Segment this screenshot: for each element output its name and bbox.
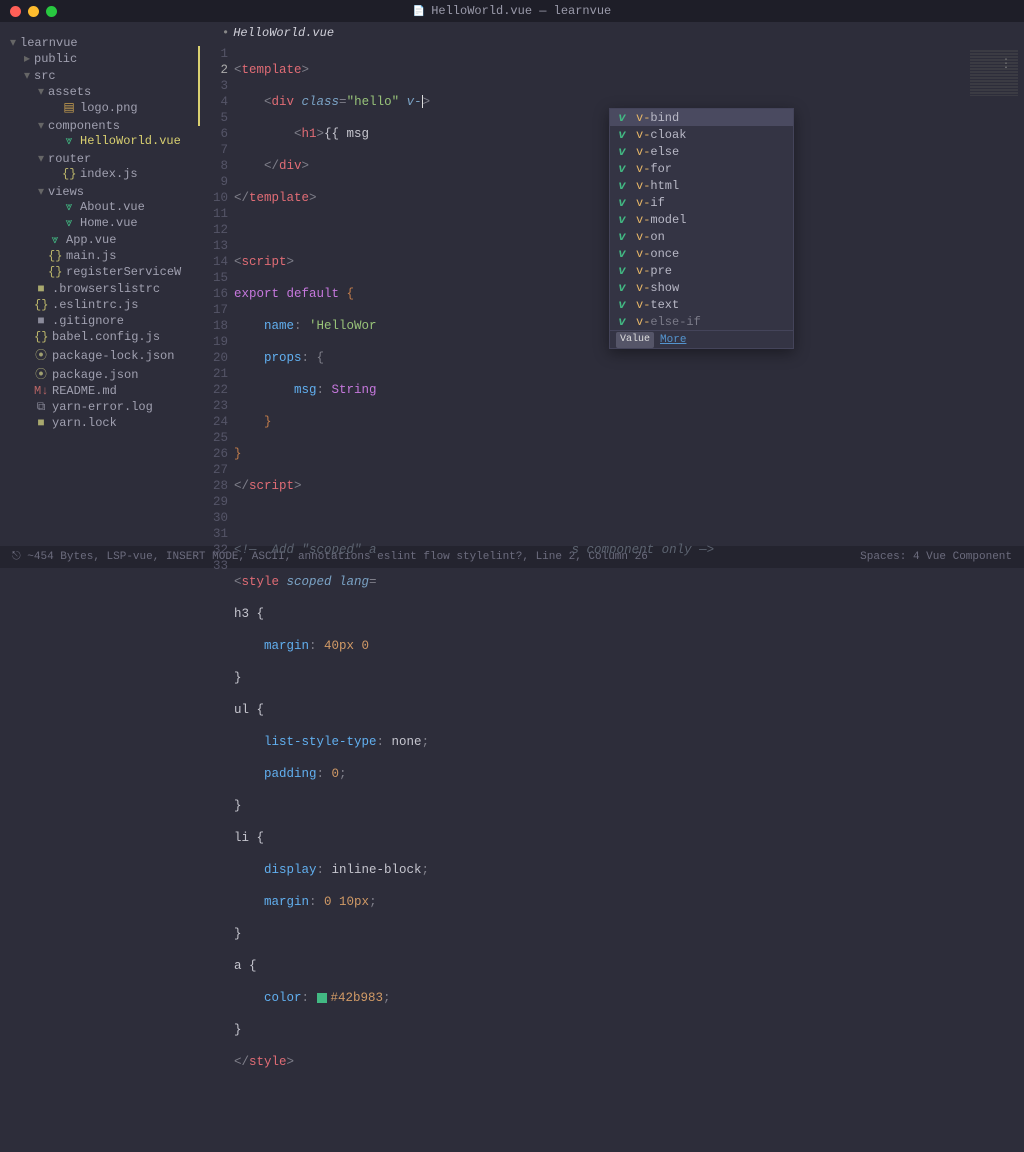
file-pkg[interactable]: package.json (52, 368, 138, 382)
vue-icon: ⩔ (62, 200, 76, 214)
vue-directive-icon: v (616, 178, 628, 194)
folder-public[interactable]: public (34, 52, 77, 66)
minimap[interactable] (954, 44, 1024, 1152)
vue-directive-icon: v (616, 246, 628, 262)
folder-components[interactable]: components (48, 119, 120, 133)
autocomplete-item[interactable]: vv-html (610, 177, 793, 194)
image-icon: ▤ (62, 100, 76, 115)
vue-directive-icon: v (616, 195, 628, 211)
color-swatch-icon (317, 993, 327, 1003)
folder-views[interactable]: views (48, 185, 84, 199)
autocomplete-item[interactable]: vv-show (610, 279, 793, 296)
tab-bar[interactable]: •HelloWorld.vue (204, 22, 1024, 44)
file-icon (413, 4, 425, 18)
vue-directive-icon: v (616, 297, 628, 313)
vue-icon: ⩔ (48, 233, 62, 247)
vue-icon: ⩔ (62, 216, 76, 230)
autocomplete-popup[interactable]: vv-bindvv-cloakvv-elsevv-forvv-htmlvv-if… (609, 108, 794, 349)
vue-directive-icon: v (616, 280, 628, 296)
file-rsw[interactable]: registerServiceW (66, 265, 181, 279)
autocomplete-item[interactable]: vv-pre (610, 262, 793, 279)
config-icon: ■ (34, 282, 48, 296)
log-icon: ⧉ (34, 400, 48, 414)
vue-directive-icon: v (616, 263, 628, 279)
tab-helloworld[interactable]: •HelloWorld.vue (210, 22, 346, 44)
vue-directive-icon: v (616, 110, 628, 126)
js-icon: {} (62, 167, 76, 181)
file-logo[interactable]: logo.png (80, 101, 138, 115)
file-yarnerr[interactable]: yarn-error.log (52, 400, 153, 414)
json-icon: ⦿ (34, 346, 48, 363)
autocomplete-item[interactable]: vv-else (610, 143, 793, 160)
vue-directive-icon: v (616, 229, 628, 245)
js-icon: {} (34, 298, 48, 312)
js-icon: {} (48, 249, 62, 263)
titlebar: HelloWorld.vue — learnvue (0, 0, 1024, 22)
vue-directive-icon: v (616, 127, 628, 143)
file-browserslist[interactable]: .browserslistrc (52, 282, 160, 296)
autocomplete-item[interactable]: vv-on (610, 228, 793, 245)
folder-src[interactable]: src (34, 69, 56, 83)
vue-directive-icon: v (616, 144, 628, 160)
file-about[interactable]: About.vue (80, 200, 145, 214)
file-app[interactable]: App.vue (66, 233, 116, 247)
autocomplete-item[interactable]: vv-once (610, 245, 793, 262)
folder-router[interactable]: router (48, 152, 91, 166)
folder-assets[interactable]: assets (48, 85, 91, 99)
autocomplete-item[interactable]: vv-model (610, 211, 793, 228)
autocomplete-more-link[interactable]: More (660, 332, 686, 348)
autocomplete-item[interactable]: vv-if (610, 194, 793, 211)
file-pkglock[interactable]: package-lock.json (52, 349, 174, 363)
file-index[interactable]: index.js (80, 167, 138, 181)
file-helloworld[interactable]: HelloWorld.vue (80, 134, 181, 148)
folder-root[interactable]: learnvue (20, 36, 78, 50)
file-yarnlock[interactable]: yarn.lock (52, 416, 117, 430)
file-readme[interactable]: README.md (52, 384, 117, 398)
autocomplete-item[interactable]: vv-cloak (610, 126, 793, 143)
gutter: 1234567891011121314151617181920212223242… (204, 44, 234, 1152)
file-main[interactable]: main.js (66, 249, 116, 263)
autocomplete-item[interactable]: vv-for (610, 160, 793, 177)
file-babel[interactable]: babel.config.js (52, 330, 160, 344)
vue-directive-icon: v (616, 314, 628, 330)
vue-directive-icon: v (616, 161, 628, 177)
code-editor[interactable]: 1234567891011121314151617181920212223242… (204, 44, 1024, 1152)
autocomplete-item[interactable]: vv-else-if (610, 313, 793, 330)
autocomplete-kind-badge: Value (616, 332, 654, 348)
window-title: HelloWorld.vue — learnvue (0, 4, 1024, 18)
config-icon: ■ (34, 314, 48, 328)
modified-indicator: • (222, 26, 229, 40)
autocomplete-item[interactable]: vv-text (610, 296, 793, 313)
file-gitignore[interactable]: .gitignore (52, 314, 124, 328)
js-icon: {} (48, 265, 62, 279)
autocomplete-item[interactable]: vv-bind (610, 109, 793, 126)
md-icon: M↓ (34, 384, 48, 398)
file-tree[interactable]: ▾learnvue ▸public ▾src ▾assets ▤logo.png… (0, 22, 204, 546)
js-icon: {} (34, 330, 48, 344)
lock-icon: ■ (34, 416, 48, 430)
vue-directive-icon: v (616, 212, 628, 228)
file-eslint[interactable]: .eslintrc.js (52, 298, 138, 312)
file-home[interactable]: Home.vue (80, 216, 138, 230)
json-icon: ⦿ (34, 365, 48, 382)
code-area[interactable]: <template> <div class="hello" v-> <h1>{{… (234, 44, 954, 1152)
vue-icon: ⩔ (62, 134, 76, 148)
